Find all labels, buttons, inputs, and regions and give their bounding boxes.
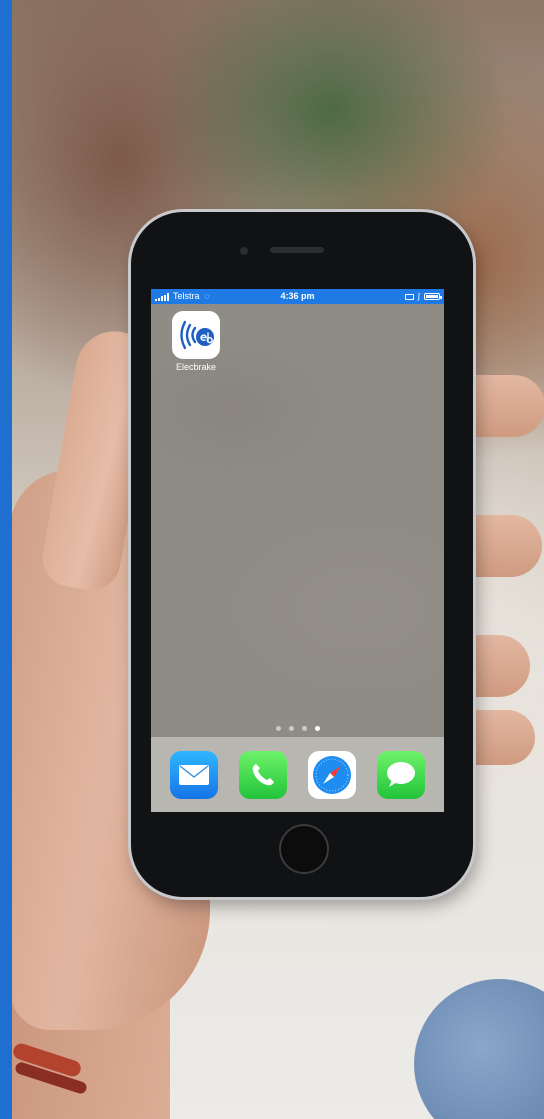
mail-app-icon[interactable] <box>169 750 218 799</box>
elecbrake-app-icon[interactable] <box>172 311 220 359</box>
safari-compass-icon <box>313 755 352 794</box>
mail-envelope-icon <box>178 764 209 785</box>
safari-app-icon[interactable] <box>308 750 357 799</box>
speech-bubble-icon <box>387 761 416 787</box>
status-time: 4:36 pm <box>280 291 315 301</box>
status-bar: Telstra ◌ 4:36 pm ∫ <box>151 289 444 304</box>
page-indicator[interactable] <box>151 726 444 731</box>
messages-app-icon[interactable] <box>377 750 426 799</box>
dock <box>151 737 444 812</box>
phone-screen: Telstra ◌ 4:36 pm ∫ Elecbrake <box>151 289 444 812</box>
bluetooth-icon: ∫ <box>417 292 420 301</box>
screen-mirroring-icon <box>404 293 414 300</box>
phone-app-icon[interactable] <box>238 750 287 799</box>
phone-handset-icon <box>252 763 274 785</box>
elecbrake-logo-icon <box>180 320 214 350</box>
app-elecbrake[interactable]: Elecbrake <box>171 311 221 372</box>
page-dot <box>275 726 281 731</box>
app-label-elecbrake: Elecbrake <box>175 362 217 372</box>
earpiece-speaker <box>270 247 324 253</box>
page-dot-active <box>314 726 320 731</box>
front-camera <box>240 247 248 255</box>
page-dot <box>288 726 294 731</box>
status-right: ∫ <box>404 289 442 304</box>
sleeve <box>414 979 544 1119</box>
page-dot <box>301 726 307 731</box>
home-button[interactable] <box>279 824 329 874</box>
accent-bar <box>0 0 12 1119</box>
background-photo: Telstra ◌ 4:36 pm ∫ Elecbrake <box>0 0 544 1119</box>
battery-icon <box>424 293 442 300</box>
